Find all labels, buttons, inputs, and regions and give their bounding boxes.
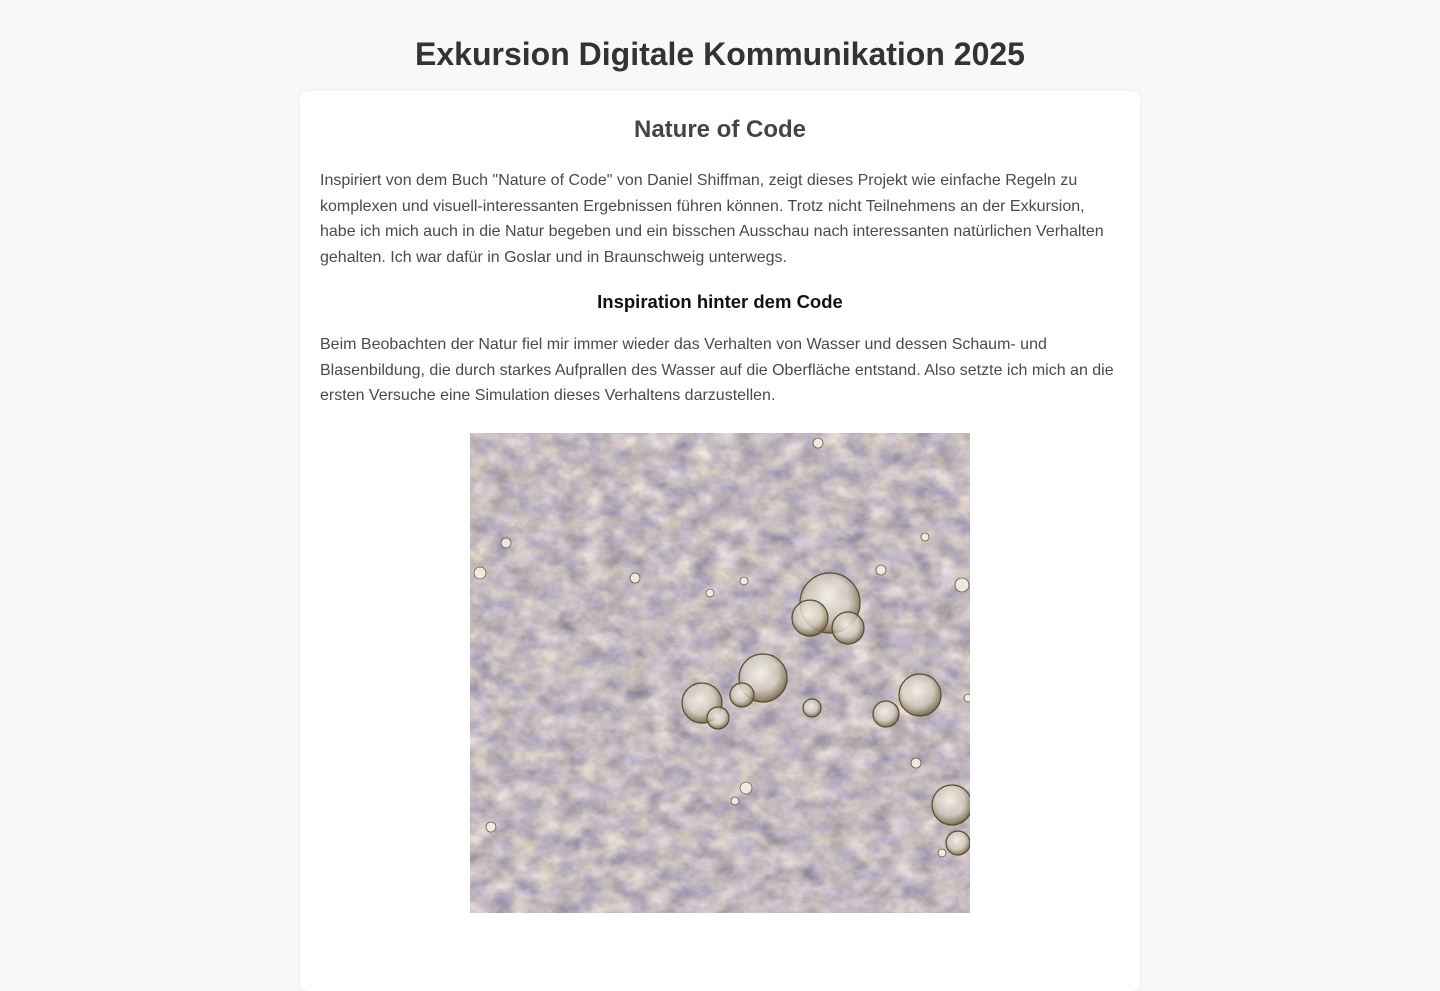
water-bubbles-photo (470, 433, 970, 913)
page-title: Exkursion Digitale Kommunikation 2025 (415, 36, 1025, 72)
section-heading: Inspiration hinter dem Code (597, 291, 843, 312)
intro-paragraph: Inspiriert von dem Buch "Nature of Code"… (320, 172, 1104, 266)
section-paragraph: Beim Beobachten der Natur fiel mir immer… (320, 336, 1114, 404)
content-card: Nature of Code Inspiriert von dem Buch "… (300, 91, 1140, 991)
card-title: Nature of Code (633, 116, 806, 143)
